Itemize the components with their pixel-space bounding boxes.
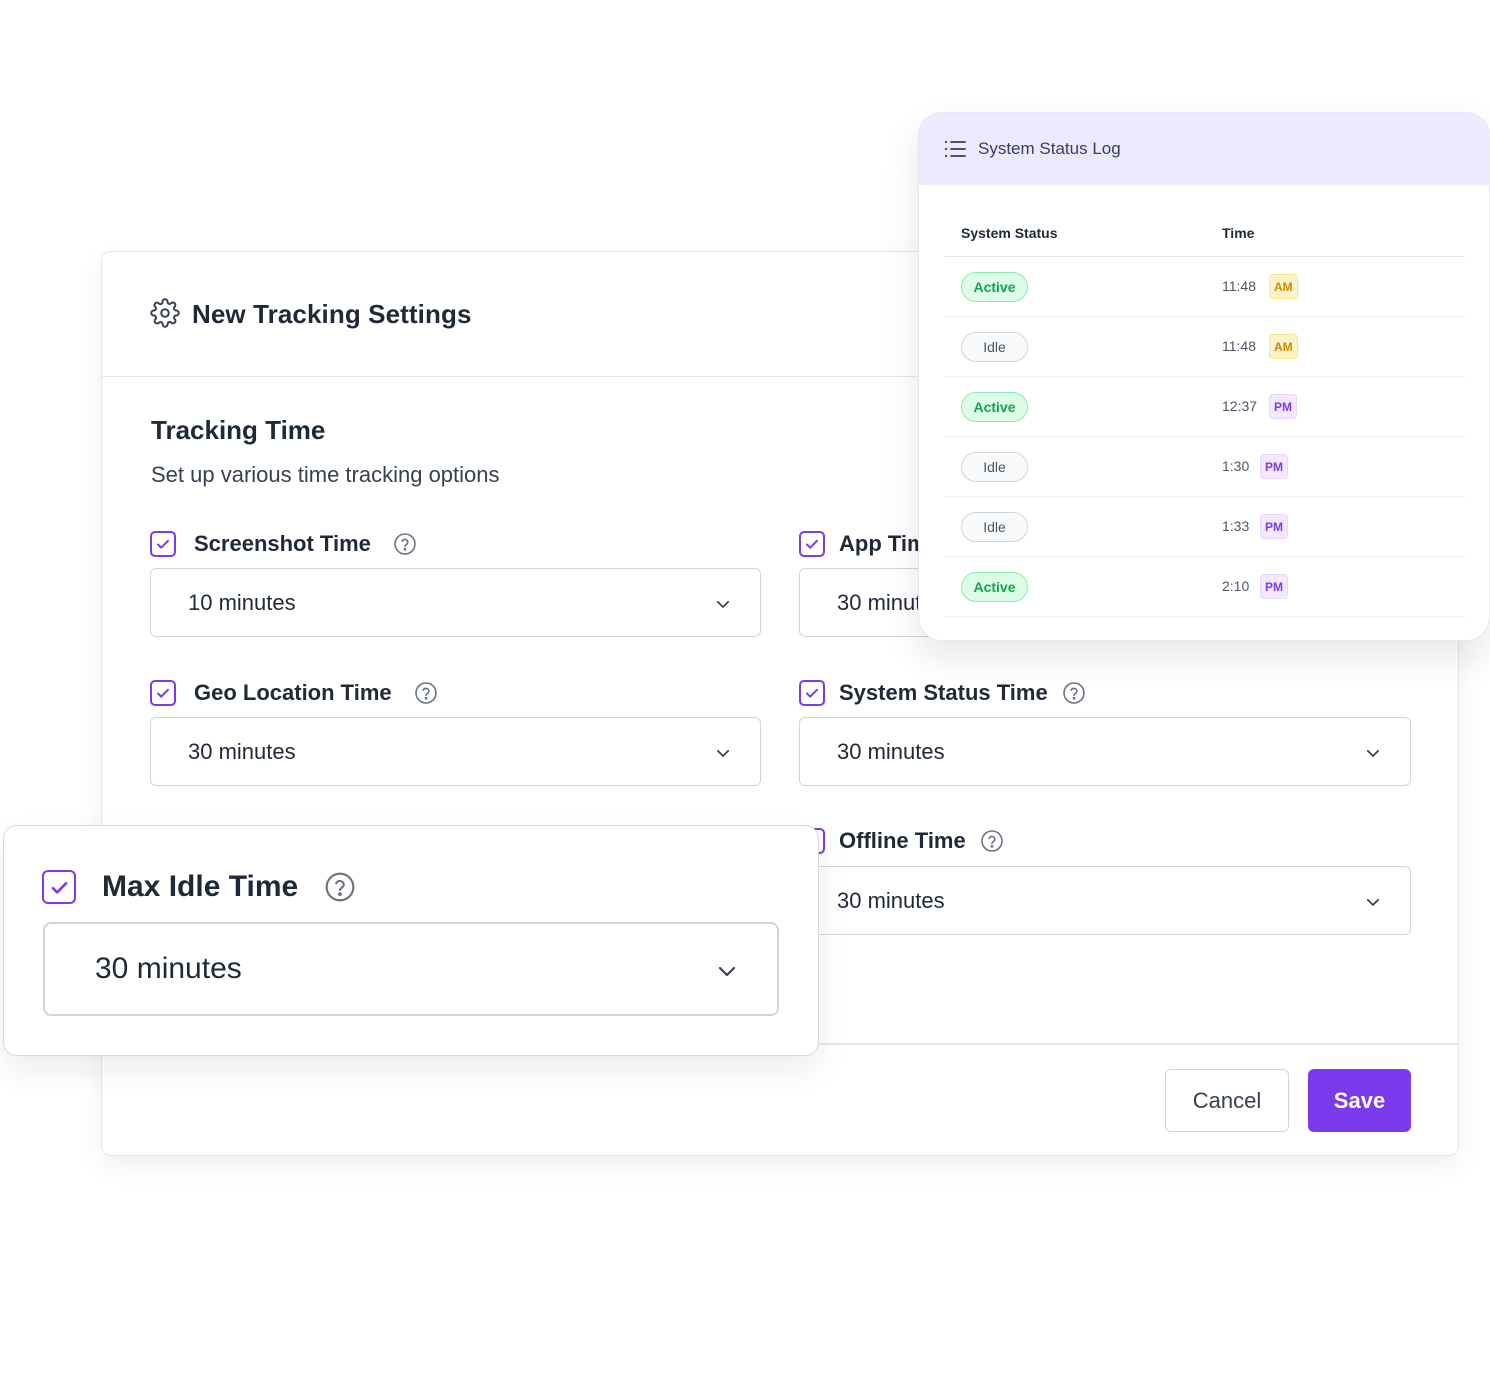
card-title: New Tracking Settings — [192, 299, 472, 329]
time-value: 11:48 — [1222, 278, 1256, 294]
period-badge: AM — [1269, 334, 1298, 359]
checkmark-icon — [157, 539, 169, 549]
system-status-time-checkbox[interactable] — [799, 680, 825, 706]
chevron-down-icon — [716, 600, 730, 608]
status-badge: Idle — [961, 512, 1028, 542]
geo-location-time-value: 30 minutes — [188, 738, 296, 764]
chevron-down-icon — [718, 966, 736, 977]
field-system-status-time-label-row: System Status Time — [799, 679, 1086, 707]
period-badge: AM — [1269, 274, 1298, 299]
max-idle-time-value: 30 minutes — [95, 952, 242, 985]
time-value: 12:37 — [1222, 398, 1258, 414]
status-badge: Active — [961, 272, 1028, 302]
question-circle-icon[interactable] — [414, 681, 438, 705]
screenshot-time-label: Screenshot Time — [194, 531, 371, 556]
list-icon — [944, 140, 966, 158]
screenshot-time-value: 10 minutes — [188, 589, 296, 615]
status-badge: Active — [961, 392, 1028, 422]
log-title: System Status Log — [978, 139, 1121, 158]
offline-time-value: 30 minutes — [837, 887, 945, 913]
question-circle-icon[interactable] — [393, 532, 417, 556]
field-screenshot-time-label-row: Screenshot Time — [150, 530, 417, 558]
geo-location-time-checkbox[interactable] — [150, 680, 176, 706]
time-value: 1:33 — [1222, 518, 1250, 534]
offline-time-label: Offline Time — [839, 828, 966, 853]
section-title: Tracking Time — [151, 415, 326, 445]
gear-icon — [150, 298, 180, 328]
field-geo-location-time-label-row: Geo Location Time — [150, 679, 438, 707]
max-idle-time-label-row: Max Idle Time — [42, 869, 356, 905]
period-badge: PM — [1260, 574, 1288, 599]
chevron-down-icon — [716, 749, 730, 757]
checkmark-icon — [806, 539, 818, 549]
table-row: Active 2:10 PM — [945, 557, 1465, 617]
time-value: 11:48 — [1222, 338, 1256, 354]
chevron-down-icon — [1366, 749, 1380, 757]
geo-location-time-label: Geo Location Time — [194, 680, 392, 705]
log-header: System Status Log — [919, 113, 1489, 185]
question-circle-icon[interactable] — [980, 829, 1004, 853]
save-button[interactable]: Save — [1308, 1069, 1411, 1132]
time-value: 1:30 — [1222, 458, 1250, 474]
cancel-button[interactable]: Cancel — [1165, 1069, 1289, 1132]
period-badge: PM — [1260, 514, 1288, 539]
status-badge: Active — [961, 572, 1028, 602]
max-idle-time-checkbox[interactable] — [42, 870, 76, 904]
table-row: Active 11:48 AM — [945, 257, 1465, 317]
status-log-table: System Status Time Active 11:48 AM Idle … — [945, 197, 1465, 617]
status-badge: Idle — [961, 452, 1028, 482]
table-row: Idle 11:48 AM — [945, 317, 1465, 377]
section-subtitle: Set up various time tracking options — [151, 462, 500, 487]
table-row: Idle 1:33 PM — [945, 497, 1465, 557]
chevron-down-icon — [1366, 898, 1380, 906]
question-circle-icon[interactable] — [324, 871, 356, 903]
table-row: Active 12:37 PM — [945, 377, 1465, 437]
screenshot-time-checkbox[interactable] — [150, 531, 176, 557]
status-badge: Idle — [961, 332, 1028, 362]
system-status-time-value: 30 minutes — [837, 738, 945, 764]
checkmark-icon — [157, 688, 169, 698]
column-header-status: System Status — [961, 225, 1058, 241]
field-offline-time-label-row: Offline Time — [799, 827, 1004, 855]
max-idle-time-label: Max Idle Time — [102, 870, 299, 903]
max-idle-time-card: Max Idle Time 30 minutes — [3, 825, 819, 1056]
column-header-time: Time — [1222, 225, 1255, 241]
screenshot-time-select[interactable]: 10 minutes — [150, 568, 761, 637]
system-status-time-label: System Status Time — [839, 680, 1048, 705]
system-status-log-panel: System Status Log System Status Time Act… — [918, 112, 1490, 641]
period-badge: PM — [1269, 394, 1297, 419]
max-idle-time-select[interactable]: 30 minutes — [43, 922, 779, 1016]
time-value: 2:10 — [1222, 578, 1250, 594]
period-badge: PM — [1260, 454, 1288, 479]
geo-location-time-select[interactable]: 30 minutes — [150, 717, 761, 786]
table-row: Idle 1:30 PM — [945, 437, 1465, 497]
table-header-row: System Status Time — [945, 197, 1465, 257]
question-circle-icon[interactable] — [1062, 681, 1086, 705]
checkmark-icon — [51, 881, 67, 894]
checkmark-icon — [806, 688, 818, 698]
app-time-checkbox[interactable] — [799, 531, 825, 557]
offline-time-select[interactable]: 30 minutes — [799, 866, 1411, 935]
system-status-time-select[interactable]: 30 minutes — [799, 717, 1411, 786]
